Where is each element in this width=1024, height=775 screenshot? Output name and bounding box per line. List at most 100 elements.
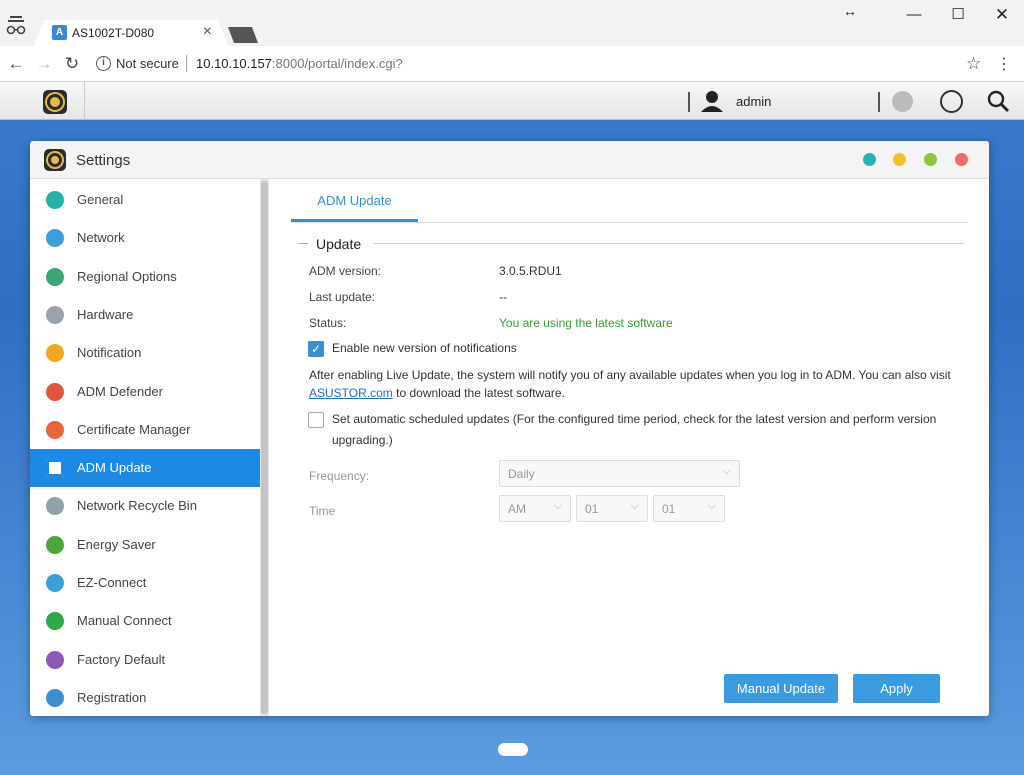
last-update-value: -- xyxy=(499,290,507,304)
url-host: 10.10.10.157 xyxy=(196,56,272,71)
sidebar-item-ez-connect[interactable]: EZ-Connect xyxy=(30,564,260,602)
info-icon[interactable]: i xyxy=(96,56,111,71)
description-text-end: to download the latest software. xyxy=(392,386,565,400)
time-hour-value: 01 xyxy=(585,502,599,516)
frequency-value: Daily xyxy=(508,467,535,481)
notify-checkbox[interactable]: ✓ xyxy=(308,341,324,357)
notify-checkbox-label[interactable]: Enable new version of notifications xyxy=(332,338,517,359)
general-icon xyxy=(46,191,64,209)
browser-tab-strip: A AS1002T-D080 × ↔ — ☐ ✕ xyxy=(0,0,1024,46)
frequency-select[interactable]: Daily ⌵ xyxy=(499,460,740,487)
close-window-button[interactable]: ✕ xyxy=(992,6,1012,24)
sidebar-item-adm-defender[interactable]: ADM Defender xyxy=(30,373,260,411)
sidebar-item-factory-default[interactable]: Factory Default xyxy=(30,641,260,679)
sidebar-item-adm-update[interactable]: ADM Update xyxy=(30,449,260,488)
sidebar-item-certificate-manager[interactable]: Certificate Manager xyxy=(30,411,260,449)
sidebar-item-regional-options[interactable]: Regional Options xyxy=(30,258,260,296)
notification-icon xyxy=(46,344,64,363)
window-maximize-dot[interactable] xyxy=(924,153,937,166)
notification-bell-icon[interactable] xyxy=(892,91,913,112)
tab-close-icon[interactable]: × xyxy=(203,23,212,41)
factory-default-icon xyxy=(46,650,64,669)
time-minute-select[interactable]: 01 ⌵ xyxy=(653,495,725,522)
username-label[interactable]: admin xyxy=(736,94,771,109)
manual-connect-icon xyxy=(46,612,64,631)
sidebar-item-manual-connect[interactable]: Manual Connect xyxy=(30,602,260,640)
sidebar-item-energy-saver[interactable]: Energy Saver xyxy=(30,526,260,564)
window-minimize-dot[interactable] xyxy=(893,153,906,166)
sidebar-item-label: Hardware xyxy=(77,306,134,322)
back-arrow-icon[interactable]: ← xyxy=(6,54,26,74)
manual-update-button[interactable]: Manual Update xyxy=(724,674,838,703)
bookmark-star-icon[interactable]: ☆ xyxy=(966,54,981,74)
resize-icon: ↔ xyxy=(843,3,857,19)
search-icon[interactable] xyxy=(987,90,1009,112)
window-help-dot[interactable] xyxy=(863,153,876,166)
window-close-dot[interactable] xyxy=(955,153,968,166)
energy-saver-icon xyxy=(46,535,64,554)
sidebar-item-network-recycle-bin[interactable]: Network Recycle Bin xyxy=(30,487,260,525)
time-ampm-value: AM xyxy=(508,502,526,516)
dashboard-gauge-icon[interactable] xyxy=(940,90,963,113)
status-value: You are using the latest software xyxy=(499,316,673,330)
chevron-down-icon: ⌵ xyxy=(707,500,716,512)
taskbar-divider xyxy=(878,92,880,112)
chevron-down-icon: ⌵ xyxy=(553,500,562,512)
sidebar-item-network[interactable]: Network xyxy=(30,219,260,257)
section-rule-left xyxy=(298,243,308,244)
settings-app-icon[interactable] xyxy=(43,90,67,114)
sidebar-item-label: Factory Default xyxy=(77,651,166,667)
time-hour-select[interactable]: 01 ⌵ xyxy=(576,495,648,522)
certificate-manager-icon xyxy=(46,420,64,439)
new-tab-button[interactable] xyxy=(228,27,258,43)
forward-arrow-icon[interactable]: → xyxy=(34,54,54,74)
reload-icon[interactable]: ↻ xyxy=(62,54,82,74)
live-update-description: After enabling Live Update, the system w… xyxy=(309,366,959,402)
sidebar-item-hardware[interactable]: Hardware xyxy=(30,296,260,334)
sidebar-item-label: Certificate Manager xyxy=(77,421,191,437)
url-path: :8000/portal/index.cgi? xyxy=(271,56,403,71)
adm-version-label: ADM version: xyxy=(309,264,382,278)
ez-connect-icon xyxy=(46,574,64,592)
sidebar-item-label: Energy Saver xyxy=(77,536,156,552)
sidebar-item-label: Notification xyxy=(77,345,142,361)
maximize-button[interactable]: ☐ xyxy=(948,6,968,24)
frequency-label: Frequency: xyxy=(309,469,370,483)
home-pill[interactable] xyxy=(498,743,528,756)
hardware-icon xyxy=(46,305,64,324)
sidebar-item-label: General xyxy=(77,192,124,207)
asustor-link[interactable]: ASUSTOR.com xyxy=(309,386,393,400)
url-input[interactable]: i Not secure 10.10.10.157:8000/portal/in… xyxy=(88,50,993,77)
browser-menu-icon[interactable]: ⋮ xyxy=(996,54,1012,74)
auto-update-checkbox[interactable] xyxy=(308,412,324,428)
sidebar-item-label: Regional Options xyxy=(77,268,177,284)
auto-update-checkbox-label[interactable]: Set automatic scheduled updates (For the… xyxy=(332,409,942,451)
registration-icon xyxy=(46,688,64,707)
section-title-update: Update xyxy=(316,236,362,252)
omnibox-divider xyxy=(186,55,187,72)
sidebar-item-general[interactable]: General xyxy=(30,181,260,219)
network-icon xyxy=(46,229,64,248)
settings-sidebar: General Network Regional Options Hardware No… xyxy=(30,179,270,716)
gear-icon xyxy=(48,153,62,167)
sidebar-item-registration[interactable]: Registration xyxy=(30,679,260,716)
sidebar-item-label: ADM Update xyxy=(77,460,152,476)
section-rule-right xyxy=(374,243,964,244)
asustor-favicon-icon: A xyxy=(52,25,67,40)
user-icon[interactable] xyxy=(700,90,724,112)
tab-divider xyxy=(291,222,968,223)
apply-button[interactable]: Apply xyxy=(853,674,940,703)
chevron-down-icon: ⌵ xyxy=(630,500,639,512)
network-recycle-bin-icon xyxy=(46,497,64,516)
adm-version-value: 3.0.5.RDU1 xyxy=(499,264,562,278)
taskbar-divider xyxy=(84,82,85,120)
address-bar: ← → ↻ i Not secure 10.10.10.157:8000/por… xyxy=(0,46,1024,82)
browser-tab[interactable]: A AS1002T-D080 × xyxy=(34,20,228,46)
minimize-button[interactable]: — xyxy=(904,6,924,24)
time-ampm-select[interactable]: AM ⌵ xyxy=(499,495,571,522)
adm-taskbar: admin xyxy=(0,82,1024,120)
adm-update-panel: ADM Update Update ADM version: 3.0.5.RDU… xyxy=(270,179,989,716)
sidebar-scrollbar-thumb[interactable] xyxy=(261,181,268,714)
taskbar-divider xyxy=(688,92,690,112)
sidebar-item-notification[interactable]: Notification xyxy=(30,334,260,372)
